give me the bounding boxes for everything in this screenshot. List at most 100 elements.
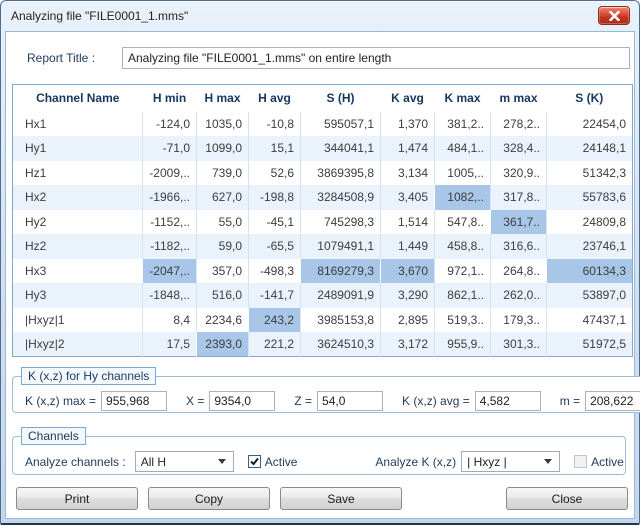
- value-cell: 1,474: [381, 136, 435, 161]
- value-cell: -1848,..: [143, 283, 197, 308]
- kxz-field-label: K (x,z) avg =: [402, 394, 470, 408]
- value-cell: 2234,6: [197, 308, 249, 333]
- kxz-field-input[interactable]: [585, 391, 640, 411]
- chevron-down-icon: [218, 459, 226, 464]
- active-kxz-label: Active: [591, 455, 624, 469]
- value-cell: 1079491,1: [301, 234, 381, 259]
- value-cell: 301,3..: [491, 332, 547, 357]
- value-cell: 1035,0: [197, 112, 249, 137]
- value-cell: -1966,..: [143, 185, 197, 210]
- value-cell: 59,0: [197, 234, 249, 259]
- value-cell: 1005,..: [435, 161, 491, 186]
- table-row: Hy2-1152,..55,0-45,1745298,31,514547,8..…: [13, 210, 633, 235]
- kxz-field: K (x,z) max =: [25, 391, 167, 411]
- dialog-content: Report Title : Channel NameH minH maxH a…: [5, 31, 635, 519]
- channels-group: Channels Analyze channels : All H Active…: [12, 427, 626, 475]
- channels-group-legend: Channels: [21, 427, 86, 445]
- channels-row: Analyze channels : All H Active Analyze …: [25, 451, 625, 472]
- kxz-field: X =: [186, 391, 275, 411]
- value-cell: 458,8..: [435, 234, 491, 259]
- kxz-group-legend: K (x,z) for Hy channels: [21, 367, 156, 385]
- value-cell: 51342,3: [547, 161, 633, 186]
- value-cell: 3,134: [381, 161, 435, 186]
- analyze-channels-select[interactable]: All H: [135, 451, 234, 472]
- print-button[interactable]: Print: [16, 487, 138, 510]
- value-cell: -124,0: [143, 112, 197, 137]
- column-header: H max: [197, 85, 249, 112]
- value-cell: 627,0: [197, 185, 249, 210]
- channel-name-cell: Hz2: [13, 234, 143, 259]
- value-cell: 3,172: [381, 332, 435, 357]
- table-row: Hz2-1182,..59,0-65,51079491,11,449458,8.…: [13, 234, 633, 259]
- analyze-channels-label: Analyze channels :: [25, 455, 126, 469]
- channel-name-cell: Hx1: [13, 112, 143, 137]
- value-cell: 516,0: [197, 283, 249, 308]
- value-cell: 484,1..: [435, 136, 491, 161]
- kxz-field-input[interactable]: [101, 391, 167, 411]
- value-cell: -1182,..: [143, 234, 197, 259]
- value-cell: 2489091,9: [301, 283, 381, 308]
- table-row: |Hxyz|18,42234,6243,23985153,82,895519,3…: [13, 308, 633, 333]
- column-header: K max: [435, 85, 491, 112]
- active-kxz-checkbox[interactable]: [574, 455, 587, 468]
- value-cell: 519,3..: [435, 308, 491, 333]
- kxz-field-label: m =: [560, 394, 580, 408]
- value-cell: 60134,3: [547, 259, 633, 284]
- channel-name-cell: Hy1: [13, 136, 143, 161]
- value-cell: 317,8..: [491, 185, 547, 210]
- value-cell: 739,0: [197, 161, 249, 186]
- value-cell: 361,7..: [491, 210, 547, 235]
- table-header-row: Channel NameH minH maxH avgS (H)K avgK m…: [13, 85, 633, 112]
- kxz-group: K (x,z) for Hy channels K (x,z) max = X =…: [12, 367, 640, 413]
- value-cell: 47437,1: [547, 308, 633, 333]
- close-button[interactable]: [598, 6, 630, 25]
- value-cell: -198,8: [249, 185, 301, 210]
- value-cell: 24148,1: [547, 136, 633, 161]
- save-button[interactable]: Save: [280, 487, 402, 510]
- value-cell: -10,8: [249, 112, 301, 137]
- table-row: Hy3-1848,..516,0-141,72489091,93,290862,…: [13, 283, 633, 308]
- analyze-channels-value: All H: [136, 455, 218, 469]
- value-cell: 1,449: [381, 234, 435, 259]
- value-cell: 3284508,9: [301, 185, 381, 210]
- value-cell: 52,6: [249, 161, 301, 186]
- table-row: Hx2-1966,..627,0-198,83284508,93,4051082…: [13, 185, 633, 210]
- value-cell: 1082,..: [435, 185, 491, 210]
- channel-name-cell: |Hxyz|2: [13, 332, 143, 357]
- value-cell: 22454,0: [547, 112, 633, 137]
- kxz-field-input[interactable]: [475, 391, 541, 411]
- value-cell: -2047,..: [143, 259, 197, 284]
- value-cell: 3,405: [381, 185, 435, 210]
- channel-name-cell: Hy3: [13, 283, 143, 308]
- value-cell: 243,2: [249, 308, 301, 333]
- copy-button[interactable]: Copy: [148, 487, 270, 510]
- kxz-field-label: K (x,z) max =: [25, 394, 96, 408]
- kxz-field-input[interactable]: [317, 391, 383, 411]
- kxz-field-input[interactable]: [209, 391, 275, 411]
- value-cell: -71,0: [143, 136, 197, 161]
- value-cell: -498,3: [249, 259, 301, 284]
- column-header: H avg: [249, 85, 301, 112]
- value-cell: -1152,..: [143, 210, 197, 235]
- channel-name-cell: Hy2: [13, 210, 143, 235]
- value-cell: 1099,0: [197, 136, 249, 161]
- table-row: Hx3-2047,..357,0-498,38169279,33,670972,…: [13, 259, 633, 284]
- analyze-kxz-value: | Hxyz |: [462, 455, 544, 469]
- value-cell: 24809,8: [547, 210, 633, 235]
- value-cell: 3985153,8: [301, 308, 381, 333]
- value-cell: 53897,0: [547, 283, 633, 308]
- titlebar[interactable]: Analyzing file "FILE0001_1.mms": [1, 1, 639, 31]
- value-cell: 2393,0: [197, 332, 249, 357]
- analyze-kxz-select[interactable]: | Hxyz |: [461, 451, 560, 472]
- channel-name-cell: Hx3: [13, 259, 143, 284]
- report-title-input[interactable]: [122, 47, 630, 69]
- value-cell: 278,2..: [491, 112, 547, 137]
- active-channels-checkbox[interactable]: [248, 455, 261, 468]
- window-title: Analyzing file "FILE0001_1.mms": [11, 9, 188, 23]
- value-cell: 547,8..: [435, 210, 491, 235]
- value-cell: 2,895: [381, 308, 435, 333]
- value-cell: 595057,1: [301, 112, 381, 137]
- column-header: m max: [491, 85, 547, 112]
- close-dialog-button[interactable]: Close: [506, 487, 628, 510]
- value-cell: 17,5: [143, 332, 197, 357]
